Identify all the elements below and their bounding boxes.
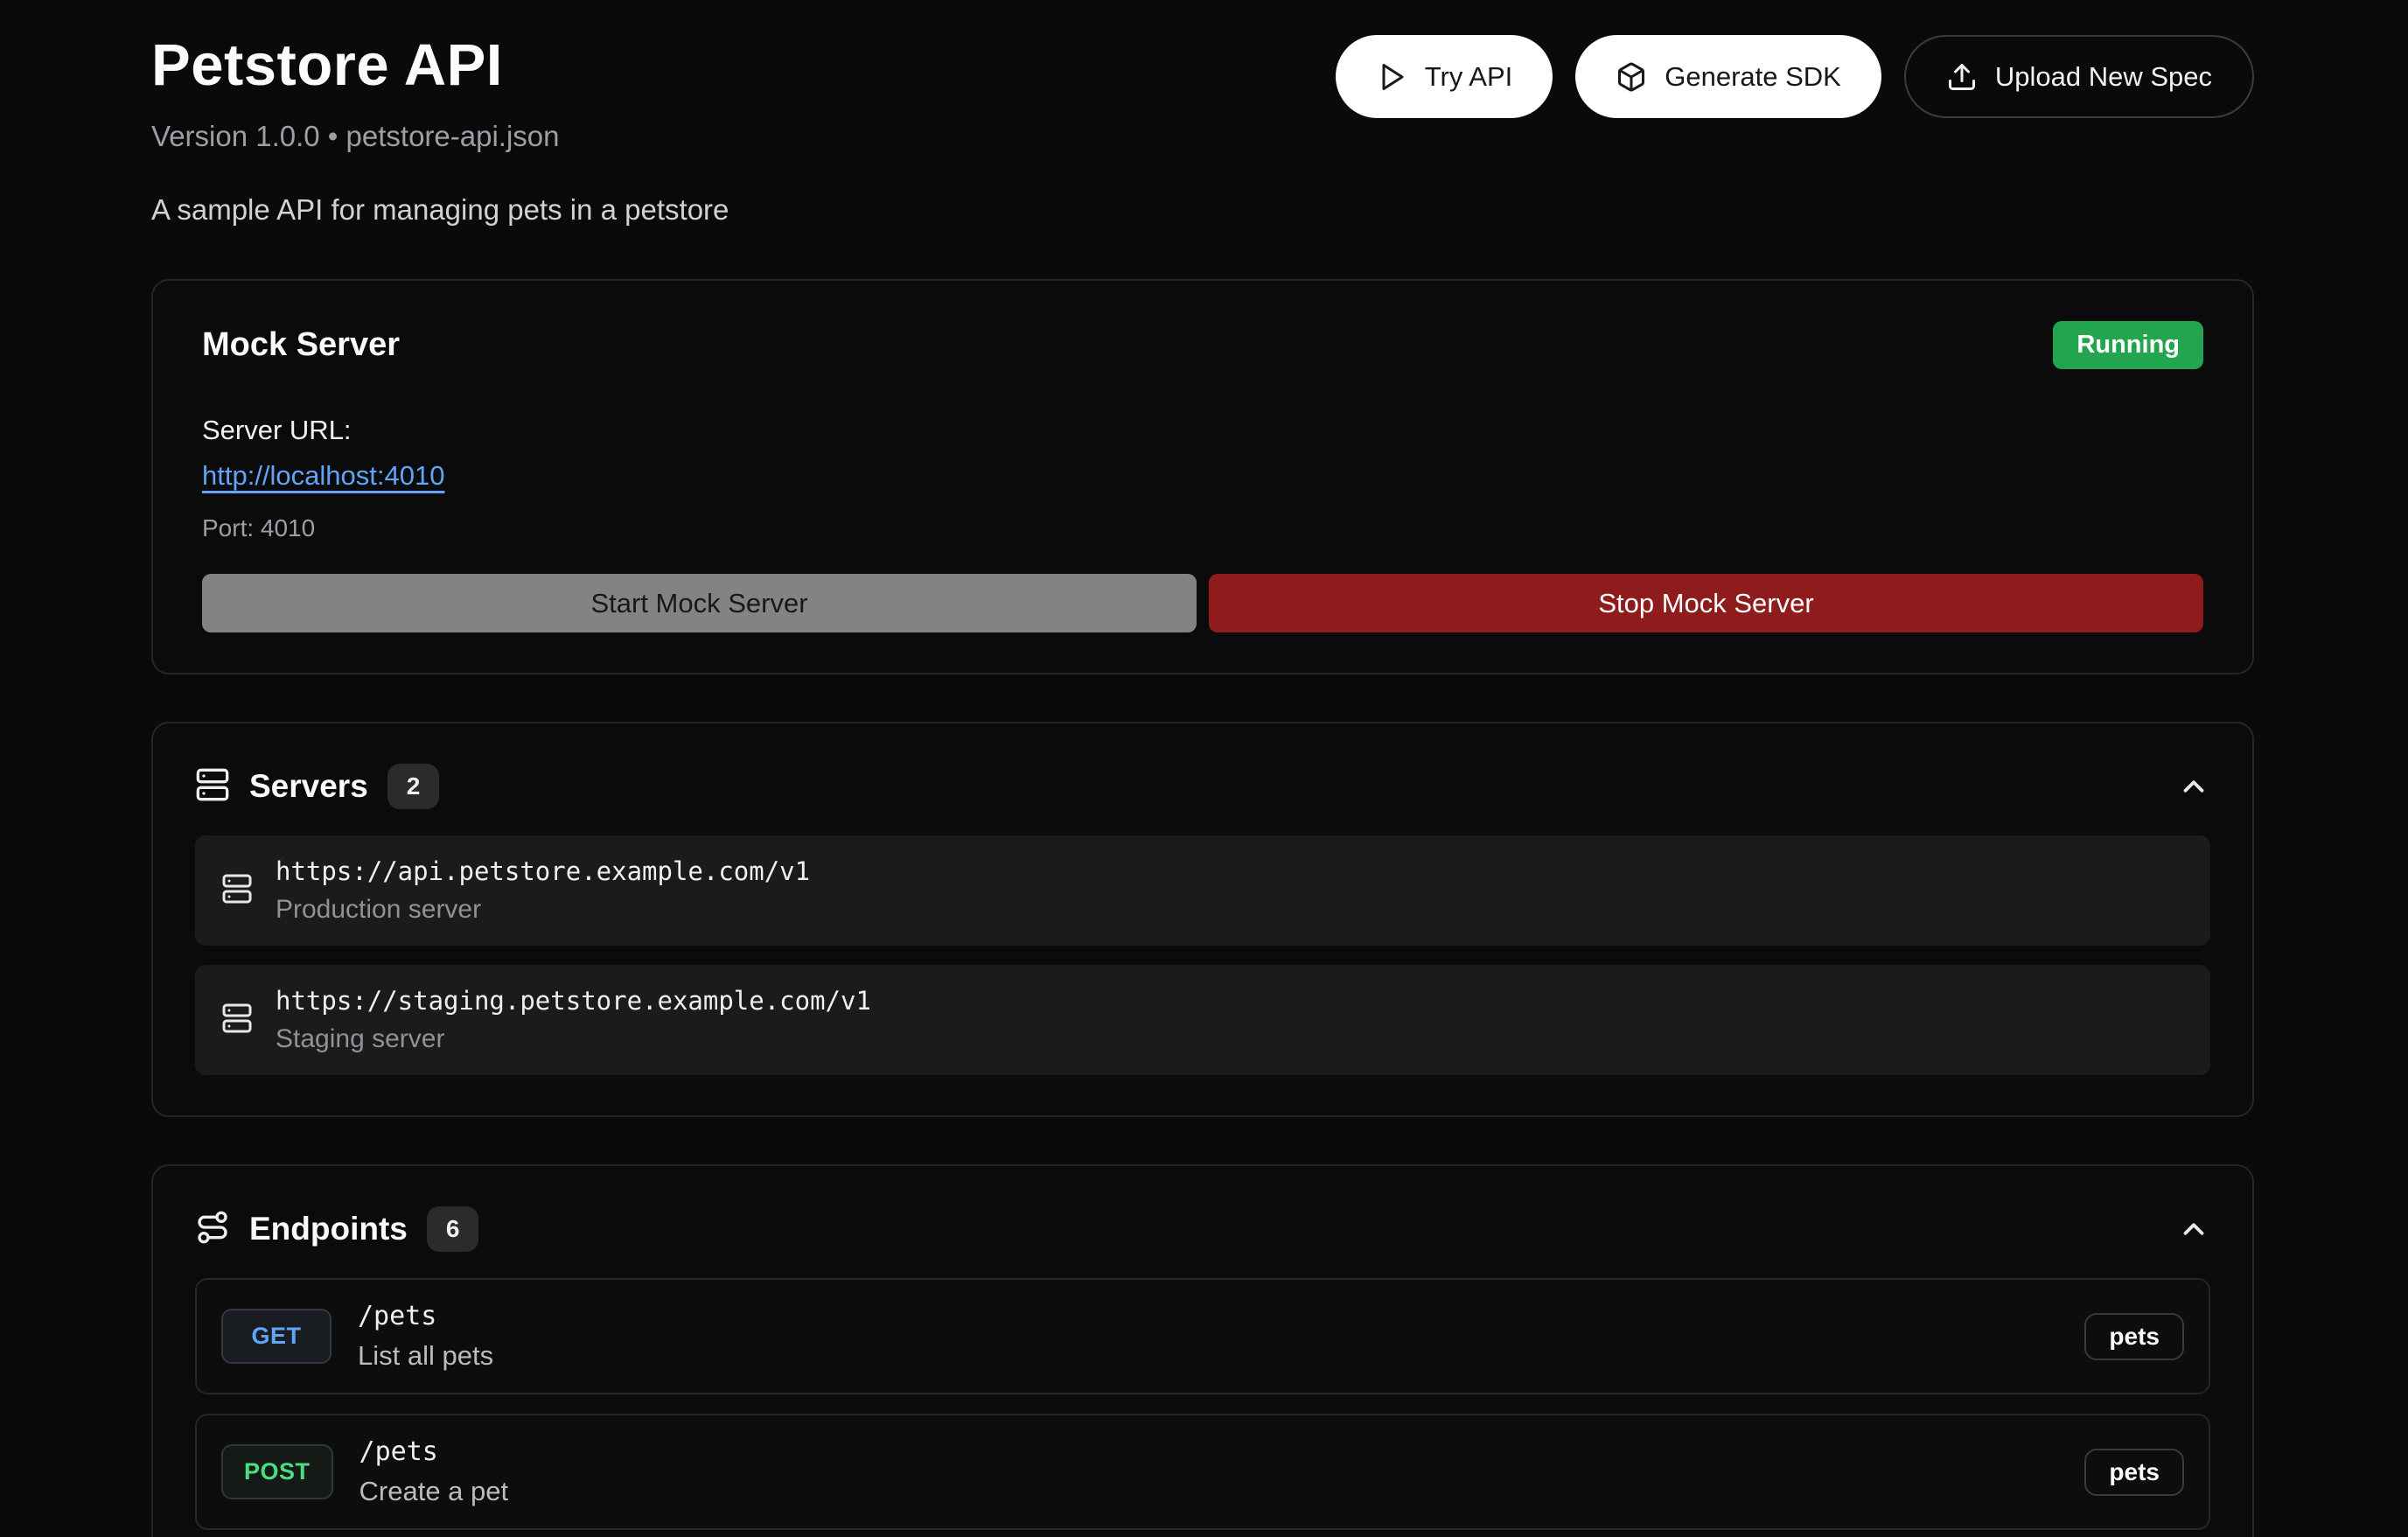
endpoints-card: Endpoints 6 GET /pets List all pets pets…	[151, 1164, 2254, 1537]
stop-mock-server-button[interactable]: Stop Mock Server	[1209, 574, 2203, 632]
header-actions: Try API Generate SDK Upload New Spec	[1336, 35, 2254, 118]
endpoints-section-header[interactable]: Endpoints 6	[195, 1206, 2210, 1252]
generate-sdk-label: Generate SDK	[1665, 61, 1841, 93]
mock-server-actions: Start Mock Server Stop Mock Server	[202, 574, 2203, 632]
server-row-main: https://api.petstore.example.com/v1 Prod…	[276, 856, 810, 925]
server-url: https://staging.petstore.example.com/v1	[276, 986, 871, 1016]
chevron-up-icon[interactable]	[2177, 770, 2210, 803]
servers-count-badge: 2	[387, 764, 440, 809]
server-url-link[interactable]: http://localhost:4010	[202, 460, 444, 492]
status-badge: Running	[2053, 321, 2203, 369]
mock-server-card: Mock Server Running Server URL: http://l…	[151, 279, 2254, 674]
endpoints-count-badge: 6	[427, 1206, 479, 1252]
servers-section-header[interactable]: Servers 2	[195, 764, 2210, 809]
generate-sdk-button[interactable]: Generate SDK	[1575, 35, 1881, 118]
upload-new-spec-label: Upload New Spec	[1995, 61, 2212, 93]
play-icon	[1376, 61, 1407, 93]
endpoints-list: GET /pets List all pets pets POST /pets …	[195, 1278, 2210, 1537]
server-row: https://staging.petstore.example.com/v1 …	[195, 965, 2210, 1075]
mock-server-header: Mock Server Running	[202, 321, 2203, 369]
endpoint-main: /pets Create a pet	[359, 1436, 509, 1507]
port-label: Port: 4010	[202, 514, 2203, 542]
try-api-button[interactable]: Try API	[1336, 35, 1553, 118]
server-icon	[221, 1003, 253, 1038]
endpoint-summary: List all pets	[358, 1340, 493, 1372]
title-block: Petstore API Version 1.0.0 • petstore-ap…	[151, 31, 729, 227]
api-description: A sample API for managing pets in a pets…	[151, 193, 729, 227]
endpoint-main: /pets List all pets	[358, 1301, 493, 1372]
servers-list: https://api.petstore.example.com/v1 Prod…	[195, 835, 2210, 1075]
endpoint-path: /pets	[359, 1436, 509, 1467]
servers-title: Servers	[249, 768, 368, 805]
server-icon	[195, 767, 230, 807]
server-url-label: Server URL:	[202, 415, 2203, 446]
endpoint-path: /pets	[358, 1301, 493, 1331]
api-viewer-page: Petstore API Version 1.0.0 • petstore-ap…	[0, 0, 2408, 1537]
endpoint-tag-badge: pets	[2084, 1313, 2184, 1360]
endpoint-row[interactable]: POST /pets Create a pet pets	[195, 1414, 2210, 1530]
method-badge-post: POST	[221, 1444, 333, 1499]
try-api-label: Try API	[1425, 61, 1512, 93]
route-icon	[195, 1210, 230, 1249]
start-mock-server-button[interactable]: Start Mock Server	[202, 574, 1197, 632]
endpoints-title: Endpoints	[249, 1211, 408, 1247]
server-row: https://api.petstore.example.com/v1 Prod…	[195, 835, 2210, 946]
mock-server-title: Mock Server	[202, 326, 400, 364]
version-meta: Version 1.0.0 • petstore-api.json	[151, 120, 729, 153]
method-badge-get: GET	[221, 1309, 332, 1364]
server-description: Staging server	[276, 1024, 871, 1054]
server-row-main: https://staging.petstore.example.com/v1 …	[276, 986, 871, 1054]
package-icon	[1616, 61, 1647, 93]
server-url: https://api.petstore.example.com/v1	[276, 856, 810, 886]
server-description: Production server	[276, 895, 810, 925]
endpoint-summary: Create a pet	[359, 1476, 509, 1507]
chevron-up-icon[interactable]	[2177, 1212, 2210, 1246]
servers-card: Servers 2 https://api.petstore.example.c…	[151, 722, 2254, 1117]
endpoint-row[interactable]: GET /pets List all pets pets	[195, 1278, 2210, 1394]
page-header: Petstore API Version 1.0.0 • petstore-ap…	[151, 31, 2254, 227]
server-icon	[221, 873, 253, 909]
upload-icon	[1946, 61, 1978, 93]
page-title: Petstore API	[151, 31, 729, 99]
endpoint-tag-badge: pets	[2084, 1449, 2184, 1496]
upload-new-spec-button[interactable]: Upload New Spec	[1904, 35, 2254, 118]
